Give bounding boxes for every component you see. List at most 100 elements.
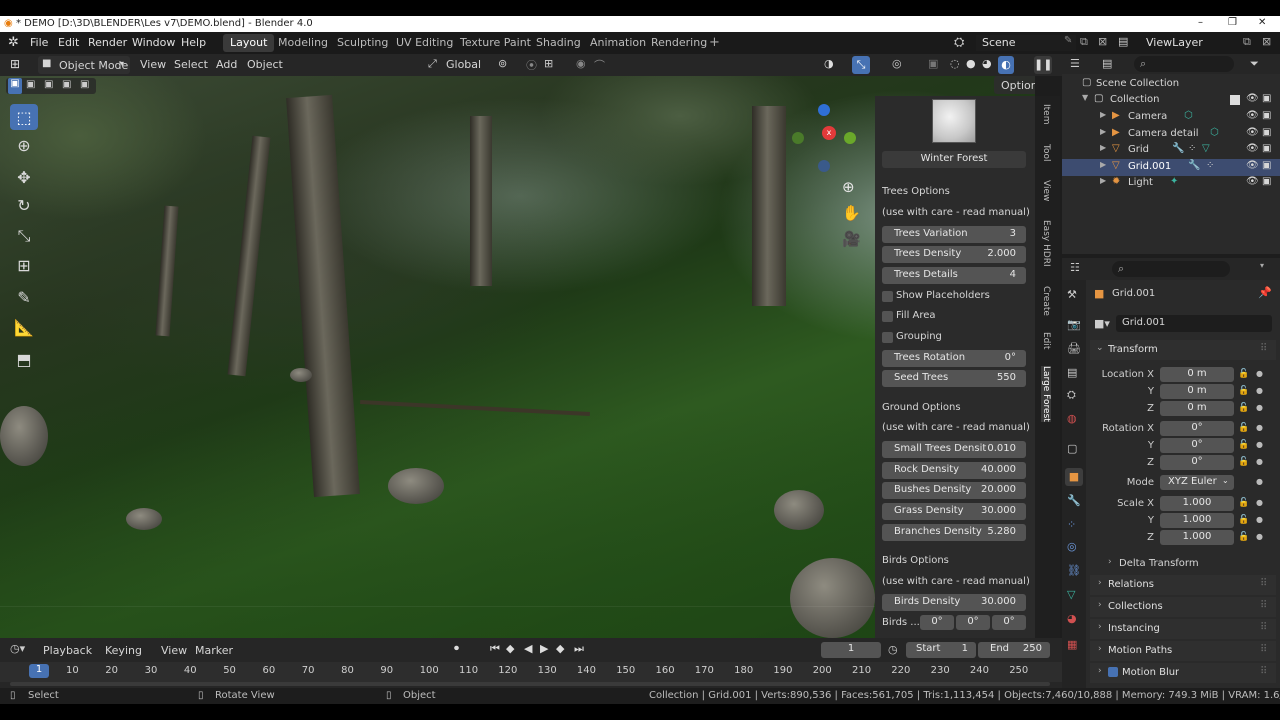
chevron-right-icon[interactable]: ▶: [1100, 160, 1106, 169]
measure-tool-icon[interactable]: 📐: [10, 314, 38, 340]
seed-trees-field[interactable]: Seed Trees 550: [882, 370, 1026, 387]
menu-file[interactable]: File: [30, 36, 48, 49]
keying-menu[interactable]: Keying: [105, 644, 142, 657]
rotation-y-field[interactable]: 0°: [1160, 438, 1234, 453]
trees-variation-field[interactable]: Trees Variation 3: [882, 226, 1026, 243]
xray-icon[interactable]: ▣: [928, 57, 938, 70]
data-tab-icon[interactable]: ▽: [1067, 588, 1075, 601]
birds-rotation-z-field[interactable]: 0°: [992, 615, 1026, 630]
object-tab-icon[interactable]: ■: [1065, 468, 1083, 486]
sidebar-tab-edit[interactable]: Edit: [1041, 332, 1051, 349]
overlay-icon[interactable]: ◎: [892, 57, 902, 70]
constraints-tab-icon[interactable]: ⛓: [1067, 564, 1081, 577]
collection-tab-icon[interactable]: ▢: [1067, 442, 1077, 455]
outliner-editor-icon[interactable]: ☰: [1070, 57, 1080, 70]
scale-tool-icon[interactable]: ⤡: [10, 222, 38, 248]
scene-tab-icon[interactable]: ⛭: [1067, 388, 1076, 402]
keyframe-dot-icon[interactable]: ●: [1256, 423, 1263, 432]
lock-icon[interactable]: 🔓: [1238, 423, 1249, 433]
keyframe-dot-icon[interactable]: ●: [1256, 386, 1263, 395]
sidebar-tab-easy-hdri[interactable]: Easy HDRI: [1041, 220, 1051, 267]
outliner-item-grid-001[interactable]: ▶ ▽ Grid.001 🔧 ⁘ 👁 ▣: [1062, 159, 1280, 176]
display-mode-icon[interactable]: ▤: [1102, 57, 1112, 70]
minimize-button[interactable]: –: [1198, 17, 1203, 28]
modifier-tab-icon[interactable]: 🔧: [1067, 494, 1081, 507]
menu-render[interactable]: Render: [88, 36, 127, 49]
rotation-z-field[interactable]: 0°: [1160, 455, 1234, 470]
viewport-menu-object[interactable]: Object: [247, 58, 283, 71]
view-layer-name[interactable]: ViewLayer: [1146, 36, 1203, 49]
frame-ruler[interactable]: 1 10 20 30 40 50 60 70 80 90 100 110 120 130 140 150 160…: [0, 662, 1062, 682]
object-data-dropdown-icon[interactable]: ■▾: [1094, 317, 1110, 330]
trees-density-field[interactable]: Trees Density 2.000: [882, 246, 1026, 263]
texture-tab-icon[interactable]: ▦: [1067, 638, 1077, 651]
trees-details-field[interactable]: Trees Details 4: [882, 267, 1026, 284]
keyframe-dot-icon[interactable]: ●: [1256, 369, 1263, 378]
outliner-search-input[interactable]: ⌕: [1134, 56, 1234, 72]
outliner-item-camera[interactable]: ▶ ▶ Camera ⬡ 👁 ▣: [1062, 109, 1280, 126]
view-layer-icon[interactable]: ▤: [1118, 35, 1128, 48]
outliner-collection[interactable]: ▼ ▢ Collection 👁 ▣: [1062, 92, 1280, 109]
chevron-down-icon[interactable]: ▼: [1082, 93, 1088, 102]
filter-icon[interactable]: ⏷: [1250, 57, 1259, 71]
snap-icon[interactable]: ⦿: [526, 57, 537, 73]
checkbox-box[interactable]: [882, 311, 893, 322]
eye-icon[interactable]: 👁: [1246, 143, 1259, 154]
delete-view-layer-icon[interactable]: ⊠: [1262, 35, 1271, 48]
pin-icon[interactable]: 📌: [1258, 286, 1272, 299]
chevron-right-icon[interactable]: ▶: [1100, 110, 1106, 119]
auto-keying-icon[interactable]: ⏺: [454, 643, 459, 654]
sidebar-tab-item[interactable]: Item: [1041, 104, 1051, 125]
checkbox-box[interactable]: [882, 332, 893, 343]
lock-icon[interactable]: 🔓: [1238, 403, 1249, 413]
axis-neg-y-icon[interactable]: [792, 132, 804, 144]
jump-start-icon[interactable]: ⏮: [490, 642, 500, 656]
sidebar-tab-large-forest[interactable]: Large Forest: [1041, 366, 1051, 422]
rendered-shading-icon[interactable]: ◐: [998, 56, 1014, 74]
new-view-layer-icon[interactable]: ⧉: [1243, 35, 1251, 49]
pin-icon[interactable]: ✎: [1064, 35, 1072, 46]
pivot-icon[interactable]: ⊚: [498, 57, 507, 70]
keyframe-dot-icon[interactable]: ●: [1256, 515, 1263, 524]
tab-texture-paint[interactable]: Texture Paint: [453, 34, 538, 52]
outliner-scene-collection[interactable]: ▢ Scene Collection: [1062, 76, 1280, 93]
camera-render-icon[interactable]: ▣: [1262, 176, 1271, 187]
tab-modeling[interactable]: Modeling: [271, 34, 335, 52]
play-reverse-icon[interactable]: ◀: [524, 642, 532, 655]
keyframe-dot-icon[interactable]: ●: [1256, 440, 1263, 449]
eye-icon[interactable]: 👁: [1246, 176, 1259, 187]
birds-rotation-y-field[interactable]: 0°: [956, 615, 990, 630]
instancing-panel-header[interactable]: › Instancing ⠿: [1090, 619, 1276, 639]
annotate-tool-icon[interactable]: ✎: [10, 284, 38, 310]
particles-tab-icon[interactable]: ⁘: [1067, 518, 1076, 531]
play-icon[interactable]: ▶: [540, 642, 548, 655]
preset-name-field[interactable]: Winter Forest: [882, 151, 1026, 168]
rotate-tool-icon[interactable]: ↻: [10, 192, 38, 218]
select-intersect-icon[interactable]: ▣: [80, 79, 89, 90]
camera-render-icon[interactable]: ▣: [1262, 143, 1271, 154]
rock-density-field[interactable]: Rock Density 40.000: [882, 462, 1026, 479]
current-frame-field[interactable]: 1: [821, 642, 881, 658]
motion-blur-panel-header[interactable]: › Motion Blur ⠿: [1090, 663, 1276, 683]
eye-icon[interactable]: 👁: [1246, 93, 1259, 104]
show-placeholders-checkbox[interactable]: Show Placeholders: [882, 288, 1026, 305]
chevron-right-icon[interactable]: ▶: [1100, 176, 1106, 185]
pause-render-icon[interactable]: ❚❚: [1034, 56, 1052, 74]
next-keyframe-icon[interactable]: ◆: [556, 642, 564, 655]
camera-render-icon[interactable]: ▣: [1262, 127, 1271, 138]
sidebar-tab-create[interactable]: Create: [1041, 286, 1051, 316]
motion-paths-panel-header[interactable]: › Motion Paths ⠿: [1090, 641, 1276, 661]
output-tab-icon[interactable]: 🖨: [1067, 342, 1081, 355]
current-frame-marker[interactable]: 1: [29, 664, 49, 678]
camera-view-icon[interactable]: 🎥: [842, 230, 861, 248]
properties-search-input[interactable]: ⌕: [1112, 261, 1230, 277]
options-dropdown[interactable]: Options ▾: [994, 76, 1035, 94]
motion-blur-checkbox[interactable]: [1108, 667, 1118, 677]
exclude-checkbox-icon[interactable]: [1230, 95, 1240, 105]
camera-render-icon[interactable]: ▣: [1262, 160, 1271, 171]
birds-density-field[interactable]: Birds Density 30.000: [882, 594, 1026, 611]
menu-help[interactable]: Help: [181, 36, 206, 49]
transform-panel-header[interactable]: ⌄ Transform ⠿: [1090, 340, 1276, 360]
chevron-right-icon[interactable]: ▶: [1100, 143, 1106, 152]
object-name-field[interactable]: Grid.001: [1116, 315, 1272, 332]
